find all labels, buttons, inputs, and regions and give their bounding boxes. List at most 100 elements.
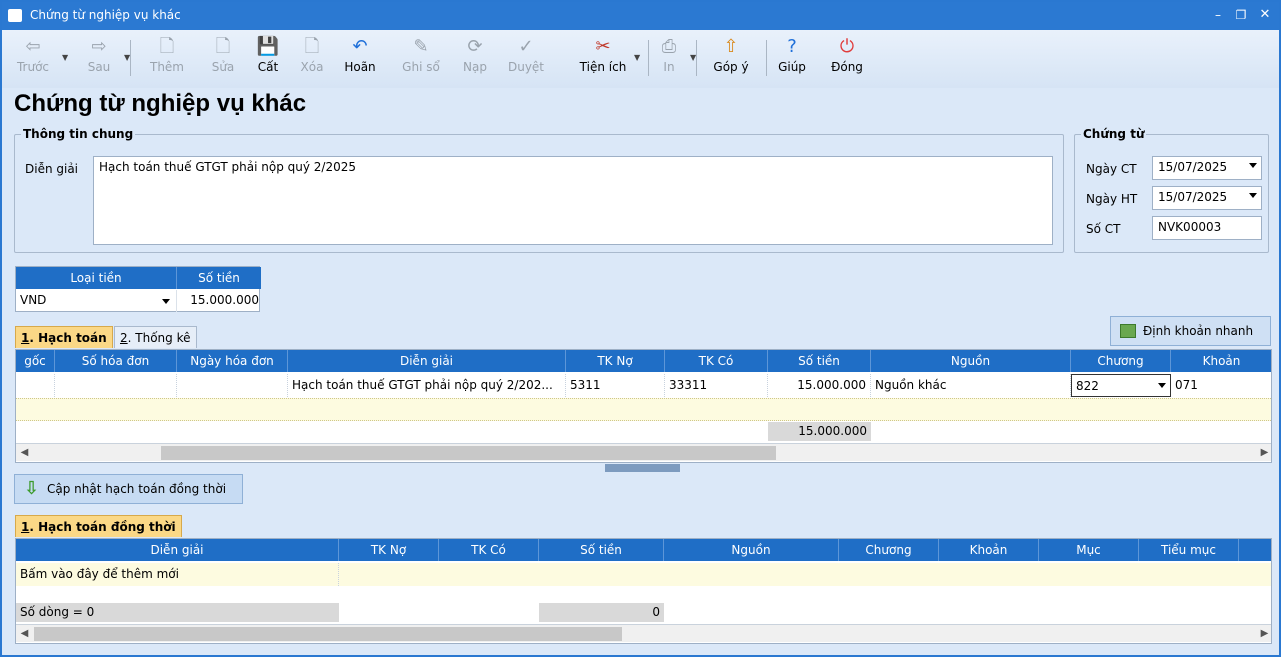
save-button[interactable]: 💾 Cất xyxy=(251,36,285,84)
accounting-grid-header: gốc Số hóa đơn Ngày hóa đơn Diễn giải TK Nợ T… xyxy=(16,350,1271,372)
horizontal-scrollbar[interactable]: ◀ ▶ xyxy=(16,443,1271,461)
help-button[interactable]: ? Giúp xyxy=(773,36,811,84)
scroll-right-icon[interactable]: ▶ xyxy=(1256,444,1271,461)
chevron-down-icon[interactable] xyxy=(1249,163,1257,168)
scrollbar-thumb[interactable] xyxy=(161,446,776,460)
dropdown-caret-icon[interactable]: ▼ xyxy=(62,53,68,62)
column-header[interactable]: Số tiền xyxy=(768,350,871,372)
tab-statistics[interactable]: 2. Thống kê xyxy=(114,326,197,348)
approve-button[interactable]: ✓ Duyệt xyxy=(504,36,548,84)
new-row[interactable] xyxy=(16,398,1271,421)
column-header[interactable]: Tiểu mục xyxy=(1139,539,1239,561)
chapter-select[interactable]: 822 xyxy=(1071,374,1171,397)
cell-invoice-date[interactable] xyxy=(177,374,288,397)
currency-type-select[interactable]: VND xyxy=(16,290,176,312)
cell-amount[interactable]: 15.000.000 xyxy=(768,374,871,397)
next-label: Sau xyxy=(87,60,111,74)
concurrent-grid-header: Diễn giải TK Nợ TK Có Số tiền Nguồn Chương Kho… xyxy=(16,539,1271,561)
column-header[interactable]: Số hóa đơn xyxy=(55,350,177,372)
cell-source[interactable]: Nguồn khác xyxy=(871,374,1071,397)
prev-button[interactable]: ⇦ Trước xyxy=(7,36,59,84)
column-header[interactable]: Diễn giải xyxy=(16,539,339,561)
column-header[interactable]: Chương xyxy=(1071,350,1171,372)
approve-label: Duyệt xyxy=(507,60,545,74)
delete-button[interactable]: 🗋 Xóa xyxy=(293,36,331,84)
close-button[interactable]: ⏻ Đóng xyxy=(825,36,869,84)
description-label: Diễn giải xyxy=(25,162,79,176)
tab-accounting[interactable]: 1. Hạch toán xyxy=(15,326,113,348)
column-header[interactable]: Nguồn xyxy=(664,539,839,561)
column-header[interactable]: gốc xyxy=(16,350,55,372)
update-concurrent-button[interactable]: ⇩ Cập nhật hạch toán đồng thời xyxy=(14,474,243,504)
window-title: Chứng từ nghiệp vụ khác xyxy=(30,8,181,22)
voucher-legend: Chứng từ xyxy=(1083,127,1145,141)
feedback-button[interactable]: ⇧ Góp ý xyxy=(706,36,756,84)
undo-button[interactable]: ↶ Hoãn xyxy=(340,36,380,84)
dropdown-caret-icon[interactable]: ▼ xyxy=(634,53,640,62)
delete-document-icon: 🗋 xyxy=(304,36,320,57)
horizontal-scrollbar-2[interactable]: ◀ ▶ xyxy=(16,624,1271,642)
feedback-label: Góp ý xyxy=(713,60,749,74)
add-row[interactable]: Bấm vào đây để thêm mới xyxy=(16,563,1271,586)
tab-concurrent-accounting[interactable]: 1. Hạch toán đồng thời xyxy=(15,515,182,537)
date-ht-field[interactable]: 15/07/2025 xyxy=(1152,186,1262,210)
chevron-down-icon[interactable] xyxy=(1158,383,1166,388)
column-header[interactable]: Chương xyxy=(839,539,939,561)
edit-label: Sửa xyxy=(211,60,235,74)
row-count: Số dòng = 0 xyxy=(16,603,339,622)
column-header[interactable]: Khoản xyxy=(939,539,1039,561)
column-header[interactable]: TK Có xyxy=(665,350,768,372)
arrow-right-icon: ⇨ xyxy=(91,36,107,57)
scroll-right-icon[interactable]: ▶ xyxy=(1256,625,1271,642)
amount-value[interactable]: 15.000.000 xyxy=(176,290,261,312)
title-bar: Chứng từ nghiệp vụ khác – ❐ ✕ xyxy=(2,2,1279,30)
cell-debit[interactable]: 5311 xyxy=(566,374,665,397)
printer-icon: ⎙ xyxy=(661,36,677,57)
edit-button[interactable]: 🗋 Sửa xyxy=(203,36,243,84)
close-window-icon[interactable]: ✕ xyxy=(1254,5,1276,25)
column-header[interactable]: TK Nợ xyxy=(339,539,439,561)
table-row[interactable]: Hạch toán thuế GTGT phải nộp quý 2/202..… xyxy=(16,374,1271,397)
column-header[interactable]: Nguồn xyxy=(871,350,1071,372)
cell-credit[interactable]: 33311 xyxy=(665,374,768,397)
utilities-button[interactable]: ✂ Tiện ích xyxy=(571,36,635,84)
scroll-left-icon[interactable]: ◀ xyxy=(16,625,33,642)
description-field[interactable]: Hạch toán thuế GTGT phải nộp quý 2/2025 xyxy=(93,156,1053,245)
next-button[interactable]: ⇨ Sau xyxy=(75,36,123,84)
cell-goc[interactable] xyxy=(16,374,55,397)
voucher-no-field[interactable]: NVK00003 xyxy=(1152,216,1262,240)
cell-item[interactable]: 071 xyxy=(1171,374,1271,397)
amount-total: 15.000.000 xyxy=(768,422,871,441)
post-label: Ghi sổ xyxy=(402,60,440,74)
column-header[interactable]: TK Có xyxy=(439,539,539,561)
add-button[interactable]: 🗋 Thêm xyxy=(137,36,197,84)
column-header[interactable]: Mục xyxy=(1039,539,1139,561)
scrollbar-thumb[interactable] xyxy=(34,627,622,641)
add-row-text[interactable]: Bấm vào đây để thêm mới xyxy=(16,563,339,586)
chevron-down-icon[interactable] xyxy=(162,299,170,304)
post-button[interactable]: ✎ Ghi sổ xyxy=(395,36,447,84)
new-document-icon: 🗋 xyxy=(159,36,175,57)
column-header[interactable]: Diễn giải xyxy=(288,350,566,372)
toolbar-separator xyxy=(696,40,697,76)
column-header[interactable]: Khoản xyxy=(1171,350,1271,372)
reload-button[interactable]: ⟳ Nạp xyxy=(457,36,493,84)
print-button[interactable]: ⎙ In xyxy=(654,36,684,84)
column-header[interactable]: Ngày hóa đơn xyxy=(177,350,288,372)
amount-total-2: 0 xyxy=(539,603,664,622)
chevron-down-icon[interactable] xyxy=(1249,193,1257,198)
checkmark-icon: ✓ xyxy=(518,36,534,57)
power-icon: ⏻ xyxy=(839,36,855,57)
restore-icon[interactable]: ❐ xyxy=(1230,5,1252,25)
column-header[interactable]: Số tiền xyxy=(539,539,664,561)
quick-entry-button[interactable]: Định khoản nhanh xyxy=(1110,316,1271,346)
cell-invoice-no[interactable] xyxy=(55,374,177,397)
help-icon: ? xyxy=(787,36,797,57)
date-ct-field[interactable]: 15/07/2025 xyxy=(1152,156,1262,180)
cell-description[interactable]: Hạch toán thuế GTGT phải nộp quý 2/202..… xyxy=(288,374,566,397)
splitter-handle[interactable] xyxy=(605,464,680,472)
minimize-icon[interactable]: – xyxy=(1207,5,1229,25)
app-window: Chứng từ nghiệp vụ khác – ❐ ✕ ⇦ Trước ⇨ Sau… xyxy=(0,0,1281,657)
scroll-left-icon[interactable]: ◀ xyxy=(16,444,33,461)
column-header[interactable]: TK Nợ xyxy=(566,350,665,372)
